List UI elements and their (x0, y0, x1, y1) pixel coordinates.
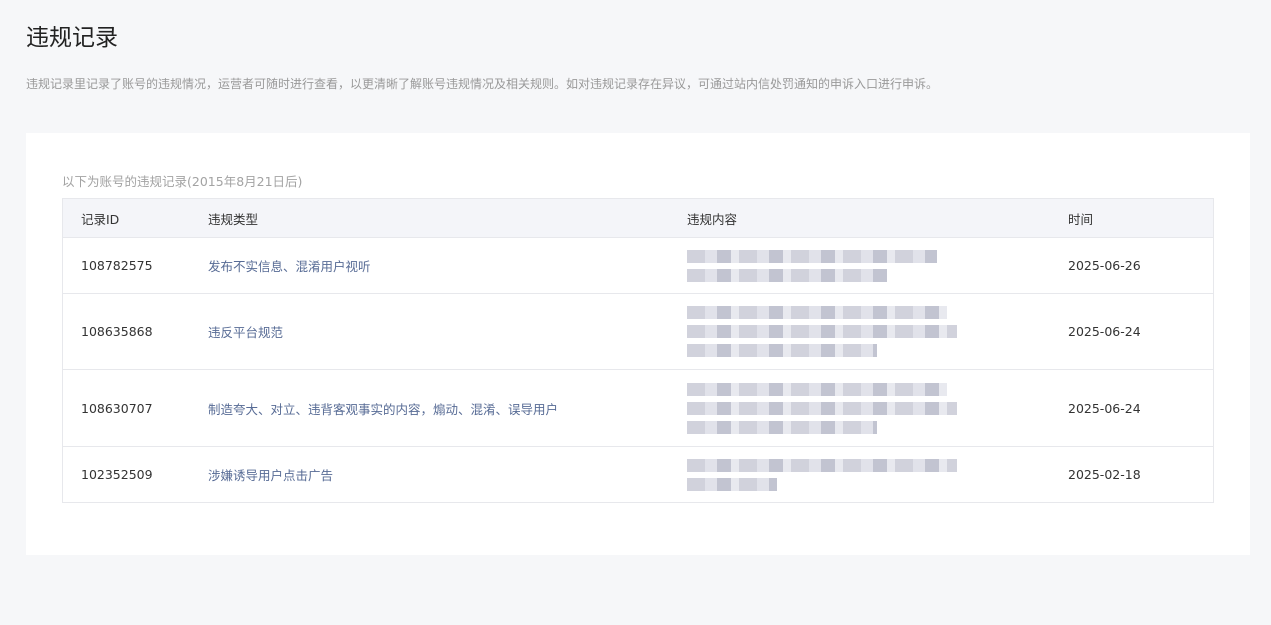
record-id: 108630707 (62, 369, 190, 447)
violation-type-link[interactable]: 制造夸大、对立、违背客观事实的内容，煽动、混淆、误导用户 (208, 402, 558, 417)
redacted-content (687, 382, 1067, 434)
violation-type-link[interactable]: 发布不实信息、混淆用户视听 (208, 259, 371, 274)
header-violation-content: 违规内容 (673, 198, 1068, 238)
table-row: 108782575 发布不实信息、混淆用户视听 2025-06-26 (62, 237, 1214, 294)
table-header-row: 记录ID 违规类型 违规内容 时间 (62, 198, 1214, 238)
table-row: 108635868 违反平台规范 2025-06-24 (62, 293, 1214, 370)
redacted-content (687, 306, 1067, 357)
record-id: 102352509 (62, 446, 190, 503)
redacted-content (687, 458, 1067, 491)
header-time: 时间 (1068, 198, 1214, 238)
violation-type-link[interactable]: 违反平台规范 (208, 325, 283, 340)
record-id: 108782575 (62, 237, 190, 294)
header-record-id: 记录ID (62, 198, 190, 238)
record-date: 2025-02-18 (1068, 446, 1214, 503)
header-violation-type: 违规类型 (190, 198, 673, 238)
violation-type-link[interactable]: 涉嫌诱导用户点击广告 (208, 468, 333, 483)
table-row: 102352509 涉嫌诱导用户点击广告 2025-02-18 (62, 446, 1214, 503)
record-date: 2025-06-24 (1068, 369, 1214, 447)
violation-table: 记录ID 违规类型 违规内容 时间 108782575 发布不实信息、混淆用户视… (62, 198, 1214, 503)
records-card: 以下为账号的违规记录(2015年8月21日后) 记录ID 违规类型 违规内容 时… (26, 133, 1250, 555)
records-caption: 以下为账号的违规记录(2015年8月21日后) (62, 174, 303, 189)
page-description: 违规记录里记录了账号的违规情况，运营者可随时进行查看，以更清晰了解账号违规情况及… (26, 77, 939, 91)
record-date: 2025-06-24 (1068, 293, 1214, 370)
record-id: 108635868 (62, 293, 190, 370)
table-row: 108630707 制造夸大、对立、违背客观事实的内容，煽动、混淆、误导用户 2… (62, 369, 1214, 447)
record-date: 2025-06-26 (1068, 237, 1214, 294)
page-title: 违规记录 (26, 25, 118, 51)
redacted-content (687, 249, 1067, 282)
